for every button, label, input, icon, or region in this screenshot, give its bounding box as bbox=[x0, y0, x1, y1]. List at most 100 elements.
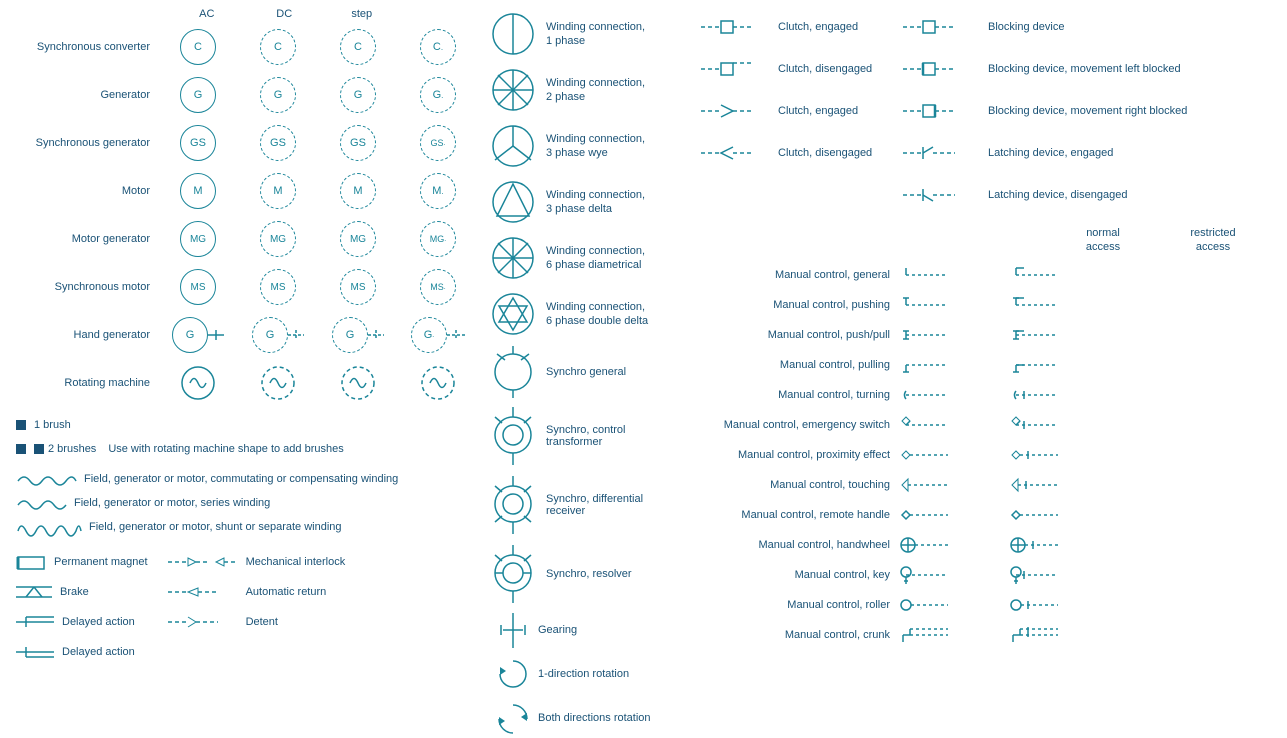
circle-sym: G bbox=[172, 317, 208, 353]
left-panel: AC DC step Synchronous converter C C C C… bbox=[8, 8, 478, 720]
mc-remote-handle-label: Manual control, remote handle bbox=[698, 509, 898, 521]
access-headers: normalaccess restrictedaccess bbox=[698, 226, 1278, 255]
circle-sym-dc: C bbox=[260, 29, 296, 65]
mc-roller-restricted bbox=[1008, 594, 1118, 616]
label-clutch-eng-2: Clutch, engaged bbox=[778, 105, 898, 117]
mc-pulling: Manual control, pulling bbox=[698, 351, 1278, 379]
header-normal: normalaccess bbox=[1048, 226, 1158, 255]
circle-sym: MS. bbox=[420, 269, 456, 305]
text-3delta: Winding connection,3 phase delta bbox=[538, 188, 645, 217]
label-rot: Rotating machine bbox=[8, 377, 158, 389]
right-panel: Clutch, engaged Blocking device bbox=[698, 8, 1279, 720]
mc-handwheel-label: Manual control, handwheel bbox=[698, 539, 898, 551]
both-dir-rotation: Both directions rotation bbox=[488, 698, 698, 738]
label-latch-dis: Latching device, disengaged bbox=[988, 189, 1127, 201]
label-latch-engaged: Latching device, engaged bbox=[988, 147, 1113, 159]
auto-return-label: Automatic return bbox=[246, 586, 327, 598]
sym-cell bbox=[398, 364, 478, 402]
symbols-sync-gen: GS GS GS GS. bbox=[158, 125, 478, 161]
label-sync-conv: Synchronous converter bbox=[8, 41, 158, 53]
label-gen: Generator bbox=[8, 89, 158, 101]
misc-col-right: Mechanical interlock Automatic return bbox=[168, 550, 346, 666]
circle-sym: GS bbox=[180, 125, 216, 161]
sym-cell: G bbox=[158, 317, 238, 353]
sym-cell: MS bbox=[158, 269, 238, 305]
sym-cell bbox=[238, 364, 318, 402]
mc-proximity-restricted bbox=[1008, 444, 1118, 466]
detent-label: Detent bbox=[246, 616, 278, 628]
header-restricted: restrictedaccess bbox=[1158, 226, 1268, 255]
delayed-label-2: Delayed action bbox=[62, 646, 135, 658]
mc-turning: Manual control, turning bbox=[698, 381, 1278, 409]
label-blocking-device: Blocking device bbox=[988, 21, 1064, 33]
sym-cell bbox=[318, 364, 398, 402]
symbols-hand-gen: G G G bbox=[158, 317, 478, 353]
sym-cell: M bbox=[238, 173, 318, 209]
text-6diam: Winding connection,6 phase diametrical bbox=[538, 244, 645, 273]
misc-delayed2: Delayed action bbox=[16, 640, 148, 664]
machine-row-sync-conv: Synchronous converter C C C C. bbox=[8, 24, 478, 70]
sym-cell: MS. bbox=[398, 269, 478, 305]
misc-col-left: Permanent magnet Brake bbox=[16, 550, 148, 666]
sym-latch-engaged bbox=[898, 142, 988, 164]
icon-6delta bbox=[488, 289, 538, 339]
mc-handwheel: Manual control, handwheel bbox=[698, 531, 1278, 559]
mc-emergency-normal bbox=[898, 414, 1008, 436]
icon-synchro-ctrl bbox=[488, 403, 538, 468]
mc-key-restricted bbox=[1008, 564, 1118, 586]
label-motor-gen: Motor generator bbox=[8, 233, 158, 245]
circle-sym: MG bbox=[260, 221, 296, 257]
synchro-general: Synchro general bbox=[488, 344, 698, 399]
circle-sym: GS bbox=[260, 125, 296, 161]
mc-emergency-restricted bbox=[1008, 414, 1118, 436]
brake-label: Brake bbox=[60, 586, 89, 598]
mc-turning-label: Manual control, turning bbox=[698, 389, 898, 401]
mc-pulling-normal bbox=[898, 354, 1008, 376]
mc-pushing-label: Manual control, pushing bbox=[698, 299, 898, 311]
mc-general: Manual control, general bbox=[698, 261, 1278, 289]
icon-6diam bbox=[488, 233, 538, 283]
mc-crunk-normal bbox=[898, 624, 1008, 646]
mc-turning-restricted bbox=[1008, 384, 1118, 406]
winding-conn-1phase: Winding connection,1 phase bbox=[488, 8, 698, 60]
mc-crunk: Manual control, crunk bbox=[698, 621, 1278, 649]
mc-key-label: Manual control, key bbox=[698, 569, 898, 581]
winding-row-3: Field, generator or motor, shunt or sepa… bbox=[16, 516, 478, 538]
text-3wye: Winding connection,3 phase wye bbox=[538, 132, 645, 161]
brush-square-2 bbox=[16, 444, 26, 454]
sym-cell: G bbox=[318, 317, 398, 353]
mc-pulling-restricted bbox=[1008, 354, 1118, 376]
label-clutch-engaged-1: Clutch, engaged bbox=[778, 21, 898, 33]
label-clutch-dis-1: Clutch, disengaged bbox=[778, 63, 898, 75]
circle-sym: G bbox=[252, 317, 288, 353]
circle-sym: MG bbox=[180, 221, 216, 257]
mc-pushpull: Manual control, push/pull bbox=[698, 321, 1278, 349]
winding-conn-6diam: Winding connection,6 phase diametrical bbox=[488, 232, 698, 284]
sym-cell: G bbox=[158, 77, 238, 113]
column-headers: AC DC step bbox=[8, 8, 478, 20]
sym-clutch-engaged-1 bbox=[698, 16, 778, 38]
icon-3delta bbox=[488, 177, 538, 227]
perm-magnet-label: Permanent magnet bbox=[54, 556, 148, 568]
misc-delayed1: Delayed action bbox=[16, 610, 148, 634]
circle-sym: G. bbox=[420, 77, 456, 113]
mc-general-restricted bbox=[1008, 264, 1118, 286]
mc-general-normal bbox=[898, 264, 1008, 286]
symbols-motor-gen: MG MG MG MG. bbox=[158, 221, 478, 257]
sym-block-right bbox=[898, 100, 988, 122]
winding-row-2: Field, generator or motor, series windin… bbox=[16, 492, 478, 514]
mc-proximity-normal bbox=[898, 444, 1008, 466]
mc-pushing-restricted bbox=[1008, 294, 1118, 316]
winding-conn-3wye: Winding connection,3 phase wye bbox=[488, 120, 698, 172]
text-synchro-resolver: Synchro, resolver bbox=[538, 568, 632, 580]
sym-cell: MS bbox=[318, 269, 398, 305]
col-header-extra bbox=[401, 8, 479, 20]
mc-proximity: Manual control, proximity effect bbox=[698, 441, 1278, 469]
sym-cell: C bbox=[158, 29, 238, 65]
col-header-dc: DC bbox=[246, 8, 324, 20]
machine-row-gen: Generator G G G G. bbox=[8, 72, 478, 118]
sym-cell: G. bbox=[398, 317, 478, 353]
circle-sym: MS bbox=[180, 269, 216, 305]
main-page: AC DC step Synchronous converter C C C C… bbox=[0, 0, 1287, 728]
sym-cell: C bbox=[318, 29, 398, 65]
